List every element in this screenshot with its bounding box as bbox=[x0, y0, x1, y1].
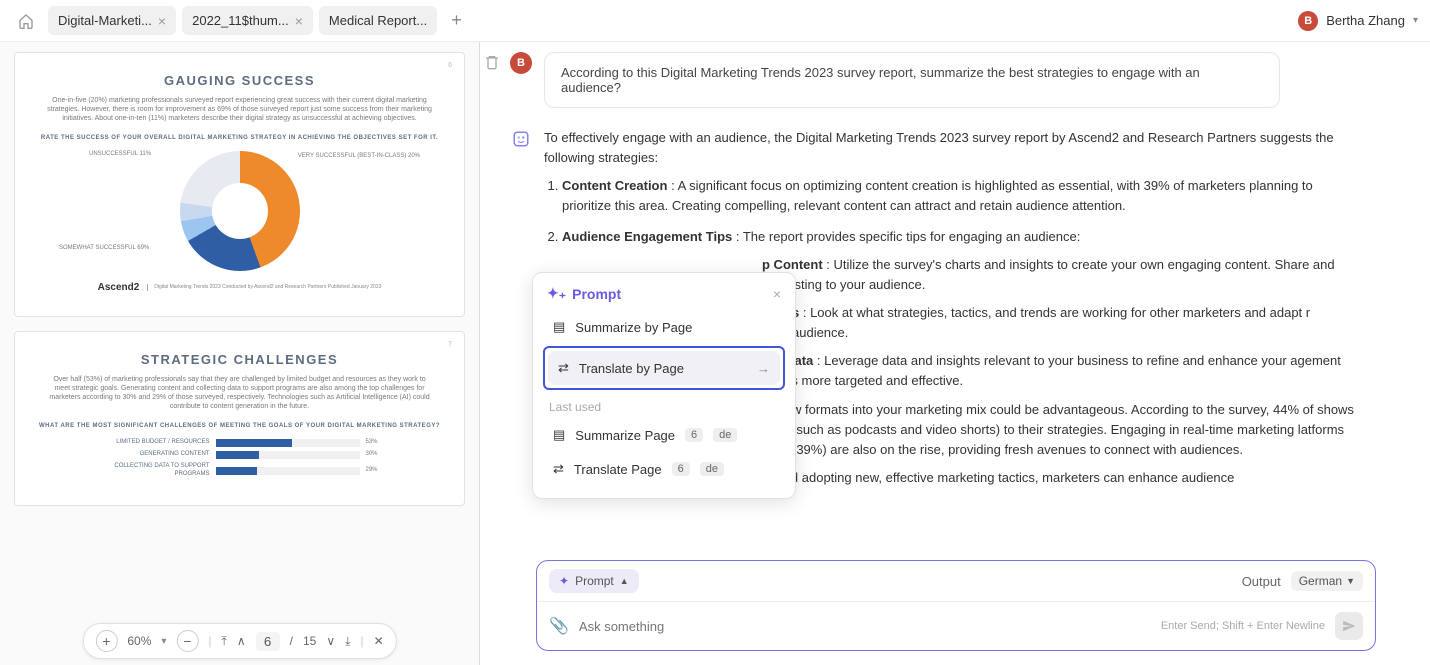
zoom-level[interactable]: 60% bbox=[127, 634, 151, 648]
translate-icon: ⇄ bbox=[558, 360, 569, 376]
close-icon[interactable]: × bbox=[295, 13, 303, 29]
close-icon[interactable]: × bbox=[158, 13, 166, 29]
username: Bertha Zhang bbox=[1326, 13, 1405, 28]
page-total: 15 bbox=[303, 634, 316, 648]
prompt-popup: ✦₊ Prompt × ▤ Summarize by Page ⇄ Transl… bbox=[532, 272, 796, 499]
prompt-chip[interactable]: ✦ Prompt ▲ bbox=[549, 569, 639, 593]
avatar[interactable]: B bbox=[1298, 11, 1318, 31]
prompt-translate-page[interactable]: ⇄ Translate Page 6 de bbox=[543, 452, 785, 486]
topbar: Digital-Marketi...× 2022_11$thum...× Med… bbox=[0, 0, 1430, 42]
ask-input[interactable] bbox=[579, 619, 1151, 634]
tab-3[interactable]: Medical Report... bbox=[319, 6, 437, 35]
prev-page-icon[interactable]: ∧ bbox=[237, 634, 246, 648]
sparkle-icon: ✦₊ bbox=[547, 285, 566, 302]
avatar: B bbox=[510, 52, 532, 74]
tab-1[interactable]: Digital-Marketi...× bbox=[48, 6, 176, 35]
pie-chart: UNSUCCESSFUL 11% VERY SUCCESSFUL (BEST-I… bbox=[37, 151, 442, 271]
page-input[interactable] bbox=[256, 632, 280, 651]
prompt-summarize-by-page[interactable]: ▤ Summarize by Page bbox=[543, 310, 785, 344]
sparkle-icon: ✦ bbox=[559, 574, 569, 588]
input-hint: Enter Send; Shift + Enter Newline bbox=[1161, 620, 1325, 632]
attach-icon[interactable]: 📎 bbox=[549, 616, 569, 636]
chevron-down-icon: ▼ bbox=[1346, 576, 1355, 586]
user-message: According to this Digital Marketing Tren… bbox=[544, 52, 1280, 108]
home-icon[interactable] bbox=[12, 7, 40, 35]
page-icon: ▤ bbox=[553, 319, 565, 335]
translate-icon: ⇄ bbox=[553, 461, 564, 477]
doc-page-7[interactable]: 7 STRATEGIC CHALLENGES Over half (53%) o… bbox=[14, 331, 465, 506]
prompt-title: Prompt bbox=[572, 286, 621, 302]
close-icon[interactable]: × bbox=[773, 286, 781, 302]
bar-chart: LIMITED BUDGET / RESOURCES53% GENERATING… bbox=[90, 439, 390, 479]
trash-icon[interactable] bbox=[484, 54, 500, 75]
last-used-label: Last used bbox=[543, 392, 785, 418]
tab-bar: Digital-Marketi...× 2022_11$thum...× Med… bbox=[48, 6, 470, 35]
document-pane: 6 GAUGING SUCCESS One-in-five (20%) mark… bbox=[0, 42, 480, 665]
composer: ✦ Prompt ▲ Output German ▼ 📎 Enter Send;… bbox=[536, 560, 1376, 651]
zoom-in-button[interactable]: + bbox=[95, 630, 117, 652]
ai-avatar-icon bbox=[510, 128, 532, 150]
output-label: Output bbox=[1242, 574, 1281, 589]
user-menu-caret-icon[interactable]: ▾ bbox=[1413, 15, 1418, 26]
first-page-icon[interactable]: ⤒ bbox=[222, 634, 227, 649]
page-icon: ▤ bbox=[553, 427, 565, 443]
prompt-translate-by-page[interactable]: ⇄ Translate by Page → bbox=[548, 351, 780, 385]
next-page-icon[interactable]: ∨ bbox=[326, 634, 335, 648]
page-title: STRATEGIC CHALLENGES bbox=[37, 352, 442, 369]
chevron-up-icon: ▲ bbox=[620, 576, 629, 586]
doc-toolbar: + 60%▾ − | ⤒ ∧ / 15 ∨ ⤓ | ✕ bbox=[82, 623, 396, 659]
page-title: GAUGING SUCCESS bbox=[37, 73, 442, 90]
add-tab-button[interactable]: + bbox=[443, 6, 470, 35]
close-toolbar-icon[interactable]: ✕ bbox=[374, 634, 384, 648]
zoom-out-button[interactable]: − bbox=[176, 630, 198, 652]
prompt-summarize-page[interactable]: ▤ Summarize Page 6 de bbox=[543, 418, 785, 452]
last-page-icon[interactable]: ⤓ bbox=[345, 634, 350, 649]
send-button[interactable] bbox=[1335, 612, 1363, 640]
tab-2[interactable]: 2022_11$thum...× bbox=[182, 6, 313, 35]
doc-page-6[interactable]: 6 GAUGING SUCCESS One-in-five (20%) mark… bbox=[14, 52, 465, 317]
arrow-right-icon: → bbox=[757, 361, 770, 376]
language-select[interactable]: German ▼ bbox=[1291, 571, 1363, 591]
